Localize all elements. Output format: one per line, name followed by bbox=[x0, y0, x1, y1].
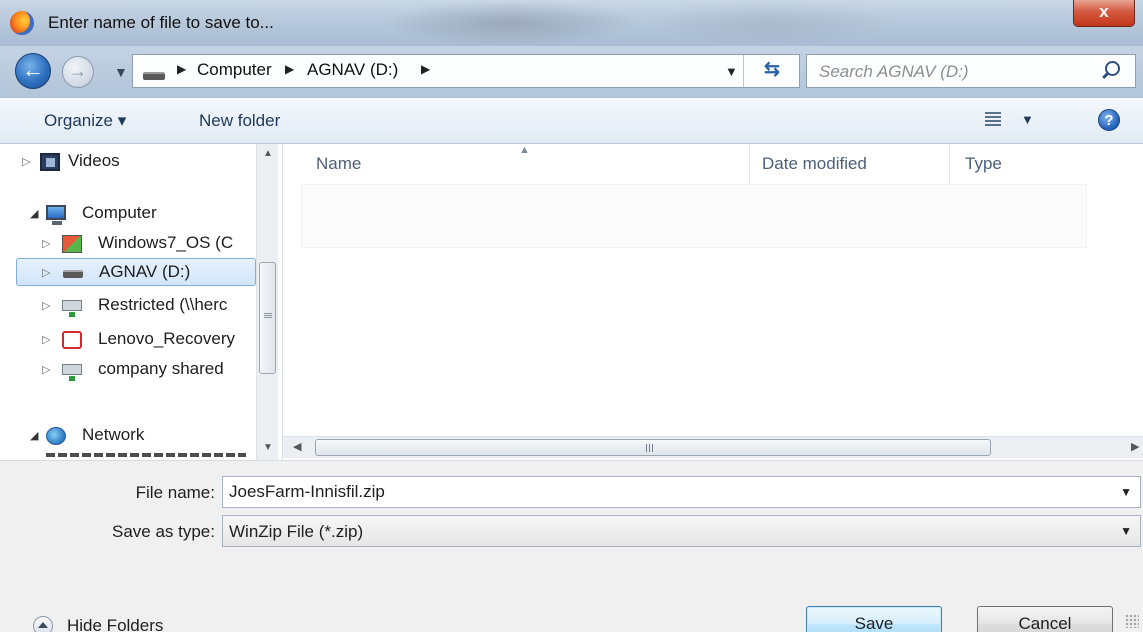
drive-icon bbox=[63, 270, 83, 278]
title-bar: Enter name of file to save to... x bbox=[0, 0, 1143, 46]
scroll-up-icon[interactable]: ▲ bbox=[263, 148, 273, 159]
collapse-icon[interactable]: ◢ bbox=[30, 207, 38, 220]
scroll-down-icon[interactable]: ▼ bbox=[263, 442, 273, 453]
cancel-button[interactable]: Cancel bbox=[977, 606, 1113, 632]
column-divider[interactable] bbox=[749, 144, 750, 186]
expand-icon[interactable]: ▷ bbox=[22, 155, 30, 168]
file-name-dropdown-icon[interactable]: ▼ bbox=[1120, 485, 1132, 499]
file-name-input[interactable] bbox=[223, 477, 1140, 507]
navigation-pane: ▷ Videos ◢ Computer ▷ Windows7_OS (C ▷ A… bbox=[0, 144, 282, 460]
address-bar[interactable]: ▶ Computer ▶ AGNAV (D:) ▶ ▼ ⇆ bbox=[132, 54, 800, 88]
collapse-icon[interactable]: ◢ bbox=[30, 429, 38, 442]
back-button[interactable]: ← bbox=[15, 53, 51, 89]
view-dropdown-icon[interactable]: ▼ bbox=[1021, 112, 1034, 127]
column-header-name[interactable]: Name bbox=[316, 154, 361, 174]
save-button[interactable]: Save bbox=[806, 606, 942, 632]
search-box[interactable]: Search AGNAV (D:) bbox=[806, 54, 1136, 88]
refresh-icon[interactable]: ⇆ bbox=[743, 55, 800, 87]
videos-icon bbox=[40, 153, 60, 171]
nav-item-videos[interactable]: ▷ Videos bbox=[0, 148, 256, 176]
drive-icon bbox=[143, 72, 165, 80]
save-as-type-select[interactable]: WinZip File (*.zip) ▼ bbox=[222, 515, 1141, 547]
file-list: ▲ Name Date modified Type ◀ ▶ bbox=[282, 144, 1143, 460]
nav-item-agnav[interactable]: ▷ AGNAV (D:) bbox=[16, 258, 256, 286]
search-placeholder: Search AGNAV (D:) bbox=[819, 62, 969, 81]
expand-icon[interactable]: ▷ bbox=[42, 333, 50, 346]
column-header-type[interactable]: Type bbox=[965, 154, 1002, 174]
network-drive-icon bbox=[62, 364, 82, 381]
nav-scroll-thumb[interactable] bbox=[259, 262, 276, 374]
nav-item-lenovo-recovery[interactable]: ▷ Lenovo_Recovery bbox=[0, 326, 256, 354]
organize-button[interactable]: Organize ▾ bbox=[44, 111, 126, 131]
sort-ascending-icon: ▲ bbox=[519, 144, 530, 156]
hide-folders-label: Hide Folders bbox=[67, 616, 164, 632]
nav-label: Videos bbox=[68, 151, 120, 170]
nav-label: Computer bbox=[82, 203, 157, 222]
nav-label: company shared bbox=[98, 359, 224, 378]
command-bar: Organize ▾ New folder ▼ ? bbox=[0, 98, 1143, 144]
history-dropdown-icon[interactable]: ▼ bbox=[114, 64, 128, 80]
firefox-icon bbox=[10, 11, 34, 35]
expand-icon[interactable]: ▷ bbox=[42, 237, 50, 250]
file-horizontal-scrollbar[interactable]: ◀ ▶ bbox=[283, 436, 1143, 458]
computer-icon bbox=[46, 205, 66, 225]
nav-vertical-scrollbar[interactable]: ▲ ▼ bbox=[256, 144, 278, 460]
breadcrumb-separator-icon[interactable]: ▶ bbox=[421, 62, 430, 76]
view-options-icon[interactable] bbox=[985, 112, 1001, 127]
breadcrumb-separator-icon[interactable]: ▶ bbox=[285, 62, 294, 76]
scroll-right-icon[interactable]: ▶ bbox=[1131, 440, 1139, 453]
breadcrumb-separator-icon[interactable]: ▶ bbox=[177, 62, 186, 76]
collapse-up-icon bbox=[33, 616, 53, 632]
nav-label: Windows7_OS (C bbox=[98, 233, 234, 252]
resize-grip-icon[interactable] bbox=[1125, 614, 1139, 628]
nav-label: AGNAV (D:) bbox=[99, 262, 191, 281]
expand-icon[interactable]: ▷ bbox=[42, 363, 50, 376]
partially-hidden-nav-item bbox=[46, 453, 246, 457]
new-folder-button[interactable]: New folder bbox=[199, 111, 280, 131]
scroll-left-icon[interactable]: ◀ bbox=[293, 440, 301, 453]
recovery-drive-icon bbox=[62, 331, 82, 349]
window-title: Enter name of file to save to... bbox=[48, 13, 274, 32]
help-icon[interactable]: ? bbox=[1098, 109, 1120, 131]
search-icon[interactable] bbox=[1105, 61, 1120, 76]
windows-drive-icon bbox=[62, 235, 82, 253]
save-as-type-value: WinZip File (*.zip) bbox=[229, 522, 364, 541]
title-bar-glass bbox=[380, 0, 640, 46]
nav-label: Network bbox=[82, 425, 145, 444]
forward-button[interactable]: → bbox=[62, 56, 94, 88]
file-name-field[interactable]: ▼ bbox=[222, 476, 1141, 508]
file-scroll-thumb[interactable] bbox=[315, 439, 991, 456]
breadcrumb-agnav[interactable]: AGNAV (D:) bbox=[307, 60, 398, 80]
save-as-type-dropdown-icon[interactable]: ▼ bbox=[1120, 524, 1132, 538]
title-bar-glass bbox=[640, 0, 900, 46]
save-as-type-label: Save as type: bbox=[111, 522, 215, 541]
file-name-label: File name: bbox=[135, 483, 215, 502]
nav-label: Restricted (\\herc bbox=[98, 295, 228, 314]
nav-item-computer[interactable]: ◢ Computer bbox=[0, 200, 256, 228]
empty-list-area bbox=[301, 184, 1087, 248]
expand-icon[interactable]: ▷ bbox=[42, 299, 50, 312]
nav-label: Lenovo_Recovery bbox=[98, 329, 236, 348]
address-dropdown-icon[interactable]: ▼ bbox=[725, 64, 738, 79]
expand-icon[interactable]: ▷ bbox=[42, 266, 50, 279]
save-options-panel: File name: ▼ Save as type: WinZip File (… bbox=[0, 460, 1143, 632]
address-row: ← → ▼ ▶ Computer ▶ AGNAV (D:) ▶ ▼ ⇆ Sear… bbox=[0, 46, 1143, 98]
nav-item-network[interactable]: ◢ Network bbox=[0, 422, 256, 450]
column-header-date-modified[interactable]: Date modified bbox=[762, 154, 867, 174]
nav-item-restricted[interactable]: ▷ Restricted (\\herc bbox=[0, 292, 256, 320]
nav-item-windows7-os[interactable]: ▷ Windows7_OS (C bbox=[0, 230, 256, 258]
breadcrumb-computer[interactable]: Computer bbox=[197, 60, 272, 80]
column-divider[interactable] bbox=[949, 144, 950, 186]
close-button[interactable]: x bbox=[1073, 0, 1135, 27]
network-drive-icon bbox=[62, 300, 82, 317]
network-icon bbox=[46, 427, 66, 445]
nav-item-company-shared[interactable]: ▷ company shared bbox=[0, 356, 256, 384]
